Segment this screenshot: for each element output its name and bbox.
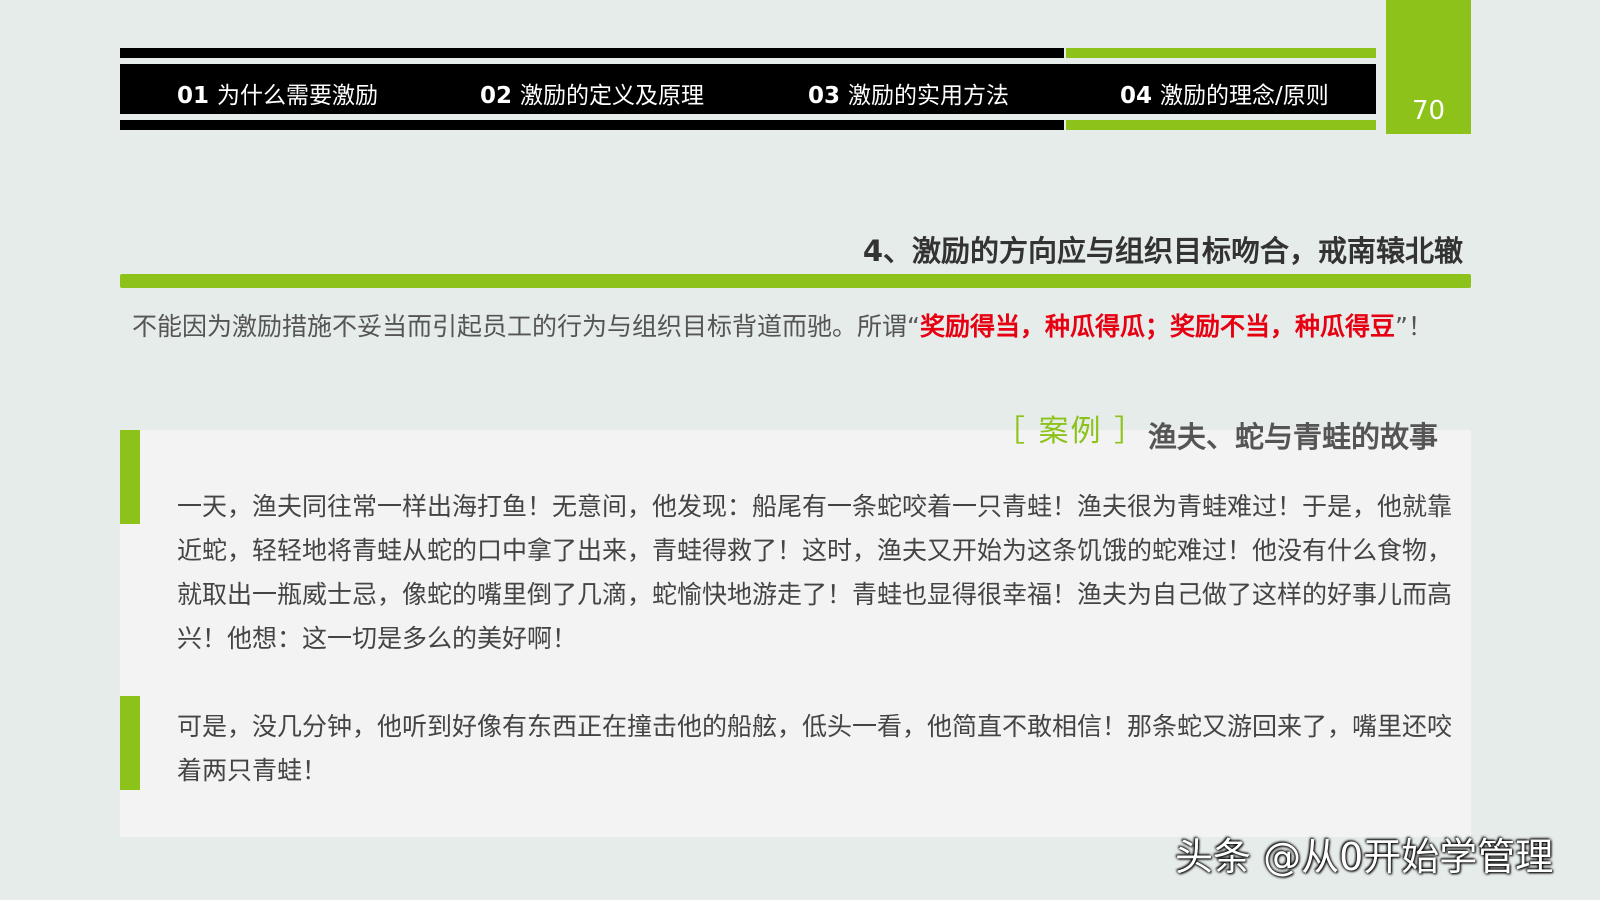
intro-paragraph: 不能因为激励措施不妥当而引起员工的行为与组织目标背道而驰。所谓“奖励得当，种瓜得…: [132, 306, 1462, 347]
case-title: 渔夫、蛇与青蛙的故事: [1148, 420, 1439, 454]
intro-highlight: 奖励得当，种瓜得瓜；奖励不当，种瓜得豆: [919, 312, 1395, 341]
paragraph-accent-bar-1: [120, 430, 140, 524]
nav-tab-3-label: 激励的实用方法: [848, 83, 1010, 109]
case-paragraph-2: 可是，没几分钟，他听到好像有东西正在撞击他的船舷，低头一看，他简直不敢相信！那条…: [177, 712, 1453, 785]
nav-tab-4-label: 激励的理念/原则: [1160, 83, 1329, 109]
section-title: 4、激励的方向应与组织目标吻合，戒南辕北辙: [862, 234, 1463, 268]
nav-tab-2[interactable]: 02 激励的定义及原理: [480, 76, 704, 110]
page-number-tab: 70: [1386, 0, 1471, 134]
case-label: ［ 案例 ］: [995, 414, 1147, 449]
title-underline: [120, 274, 1471, 288]
nav-tab-4[interactable]: 04 激励的理念/原则: [1120, 76, 1329, 110]
intro-text: 不能因为激励措施不妥当而引起员工的行为与组织目标背道而驰。所谓“: [132, 312, 920, 341]
nav-tab-1-label: 为什么需要激励: [217, 83, 379, 109]
nav-tab-1[interactable]: 01 为什么需要激励: [177, 76, 378, 110]
nav-bottom-rule-black: [120, 120, 1064, 130]
top-navigation: 01 为什么需要激励 02 激励的定义及原理 03 激励的实用方法 04 激励的理念/原…: [120, 48, 1376, 134]
nav-tab-1-number: 01: [177, 83, 210, 109]
intro-suffix: ”！: [1394, 312, 1433, 341]
nav-tab-4-number: 04: [1120, 83, 1153, 109]
page-number: 70: [1411, 96, 1446, 126]
nav-tab-3-number: 03: [808, 83, 841, 109]
case-paragraph-1: 一天，渔夫同往常一样出海打鱼！无意间，他发现：船尾有一条蛇咬着一只青蛙！渔夫很为…: [177, 492, 1453, 653]
watermark-text: 头条 @从0开始学管理: [1175, 835, 1554, 879]
nav-tab-2-label: 激励的定义及原理: [520, 83, 705, 109]
paragraph-accent-bar-2: [120, 696, 140, 790]
nav-top-rule-black: [120, 48, 1064, 58]
nav-tab-2-number: 02: [480, 83, 513, 109]
nav-top-rule-green: [1066, 48, 1376, 58]
nav-bottom-rule-green: [1066, 120, 1376, 130]
nav-tab-3[interactable]: 03 激励的实用方法: [808, 76, 1009, 110]
